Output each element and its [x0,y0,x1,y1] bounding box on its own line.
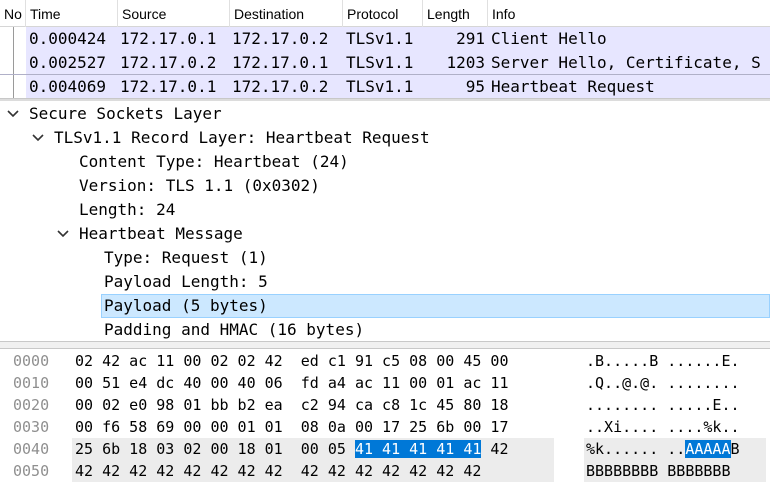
hex-row[interactable]: 0020 00 02 e0 98 01 bb b2 ea c2 94 ca c8… [0,394,770,416]
packet-length: 1203 [446,53,485,72]
hex-dump-pane: 0000 02 42 ac 11 00 02 02 42 ed c1 91 c5… [0,349,770,482]
hex-offset: 0050 [13,462,50,480]
packet-row[interactable]: 0.000424 172.17.0.1 172.17.0.2 TLSv1.1 2… [0,27,770,51]
hex-ascii: .B.....B ......E. [586,352,740,370]
hex-row[interactable]: 0010 00 51 e4 dc 40 00 40 06 fd a4 ac 11… [0,372,770,394]
ascii-pre: %k...... .. [586,440,686,458]
packet-destination: 172.17.0.2 [232,29,329,48]
tree-node-label: Type: Request (1) [104,248,268,267]
hex-ascii: ........ .....E.. [586,396,740,414]
hex-offset: 0040 [13,440,50,458]
column-header-destination[interactable]: Destination [230,0,343,27]
column-header-protocol[interactable]: Protocol [343,0,423,27]
hex-ascii: ..Xi.... ....%k.. [586,418,740,436]
packet-info: Client Hello [491,29,607,48]
hex-row[interactable]: 0040 25 6b 18 03 02 00 18 01 00 05 41 41… [0,438,770,460]
hex-offset: 0020 [13,396,50,414]
tree-node-label: Payload Length: 5 [104,272,268,291]
tree-leaf-payload-length[interactable]: Payload Length: 5 [0,270,770,294]
tree-leaf-padding[interactable]: Padding and HMAC (16 bytes) [0,318,770,341]
packet-details-pane: Secure Sockets Layer TLSv1.1 Record Laye… [0,101,770,341]
tree-leaf-payload-selected[interactable]: Payload (5 bytes) [0,294,770,318]
hex-bytes: 00 51 e4 dc 40 00 40 06 fd a4 ac 11 00 0… [75,374,509,392]
packet-destination: 172.17.0.1 [232,53,329,72]
hex-bytes: 02 42 ac 11 00 02 02 42 ed c1 91 c5 08 0… [75,352,509,370]
tree-node-label: Length: 24 [79,200,176,219]
packet-source: 172.17.0.1 [120,29,217,48]
tree-node-label: TLSv1.1 Record Layer: Heartbeat Request [54,128,430,147]
tree-leaf-type[interactable]: Type: Request (1) [0,246,770,270]
hex-bytes: 42 42 42 42 42 42 42 42 42 42 42 42 42 4… [75,462,482,480]
packet-source: 172.17.0.1 [120,77,217,96]
packet-row[interactable]: 0.002527 172.17.0.2 172.17.0.1 TLSv1.1 1… [0,51,770,75]
hex-bytes: 00 f6 58 69 00 00 01 01 08 0a 00 17 25 6… [75,418,509,436]
hex-bytes: 00 02 e0 98 01 bb b2 ea c2 94 ca c8 1c 4… [75,396,509,414]
packet-list: No Time Source Destination Protocol Leng… [0,0,770,98]
packet-source: 172.17.0.2 [120,53,217,72]
hex-ascii: BBBBBBBB BBBBBBB [586,462,731,480]
hex-bytes-post: 42 [481,440,509,458]
tree-leaf-content-type[interactable]: Content Type: Heartbeat (24) [0,150,770,174]
hex-row[interactable]: 0050 42 42 42 42 42 42 42 42 42 42 42 42… [0,460,770,482]
tree-leaf-length[interactable]: Length: 24 [0,198,770,222]
hex-offset: 0030 [13,418,50,436]
packet-list-header: No Time Source Destination Protocol Leng… [0,0,770,27]
packet-protocol: TLSv1.1 [346,77,414,96]
packet-time: 0.004069 [29,77,107,96]
tree-leaf-version[interactable]: Version: TLS 1.1 (0x0302) [0,174,770,198]
tree-node-label: Secure Sockets Layer [29,104,222,123]
column-header-info[interactable]: Info [488,0,770,27]
packet-info: Server Hello, Certificate, S [491,53,761,72]
tree-node-label: Padding and HMAC (16 bytes) [104,320,365,339]
packet-destination: 172.17.0.2 [232,77,329,96]
packet-info: Heartbeat Request [491,77,655,96]
tree-node-record-layer[interactable]: TLSv1.1 Record Layer: Heartbeat Request [0,126,770,150]
packet-length: 95 [465,77,485,96]
tree-node-ssl[interactable]: Secure Sockets Layer [0,102,770,126]
packet-protocol: TLSv1.1 [346,53,414,72]
chevron-down-icon[interactable] [56,222,70,246]
tree-node-label: Heartbeat Message [79,224,243,243]
tree-node-label: Payload (5 bytes) [104,296,268,315]
packet-protocol: TLSv1.1 [346,29,414,48]
column-header-source[interactable]: Source [118,0,230,27]
ascii-post: B [730,440,740,458]
packet-length: 291 [456,29,485,48]
hex-bytes: 25 6b 18 03 02 00 18 01 00 05 41 41 41 4… [75,438,509,460]
pane-splitter-bottom[interactable] [0,341,770,349]
hex-bytes-selected[interactable]: 41 41 41 41 41 [354,440,482,458]
tree-node-label: Content Type: Heartbeat (24) [79,152,349,171]
hex-bytes-pre: 25 6b 18 03 02 00 18 01 00 05 [75,440,355,458]
packet-time: 0.000424 [29,29,107,48]
tree-node-label: Version: TLS 1.1 (0x0302) [79,176,320,195]
tree-node-heartbeat-message[interactable]: Heartbeat Message [0,222,770,246]
column-header-no[interactable]: No [0,0,26,27]
column-header-time[interactable]: Time [26,0,118,27]
chevron-down-icon[interactable] [6,102,20,126]
hex-offset: 0010 [13,374,50,392]
hex-ascii: %k...... ..AAAAAB [586,438,740,460]
hex-offset: 0000 [13,352,50,370]
hex-row[interactable]: 0000 02 42 ac 11 00 02 02 42 ed c1 91 c5… [0,350,770,372]
ascii-selected[interactable]: AAAAA [685,440,731,458]
hex-ascii: .Q..@.@. ........ [586,374,740,392]
column-header-length[interactable]: Length [423,0,488,27]
packet-row-selected[interactable]: 0.004069 172.17.0.1 172.17.0.2 TLSv1.1 9… [0,74,770,98]
packet-time: 0.002527 [29,53,107,72]
hex-row[interactable]: 0030 00 f6 58 69 00 00 01 01 08 0a 00 17… [0,416,770,438]
chevron-down-icon[interactable] [31,126,45,150]
